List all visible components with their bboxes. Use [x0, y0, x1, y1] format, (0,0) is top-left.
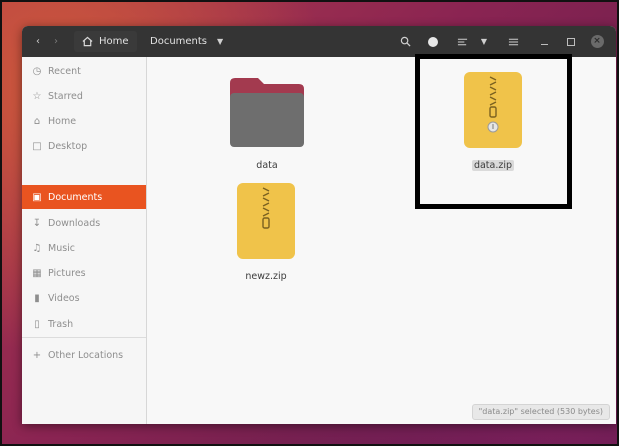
sidebar: ◷ Recent ☆ Starred ⌂ Home □ Desktop ▣ Do…	[22, 57, 147, 424]
search-icon	[400, 36, 411, 47]
sidebar-divider	[22, 337, 146, 338]
maximize-button[interactable]	[563, 31, 579, 52]
sidebar-item-label: Starred	[48, 90, 83, 102]
hamburger-icon	[508, 38, 518, 45]
sidebar-item-recent[interactable]: ◷ Recent	[22, 59, 146, 83]
list-view-button[interactable]	[452, 31, 472, 52]
close-icon: ×	[590, 35, 604, 48]
sidebar-item-label: Home	[48, 115, 77, 127]
plus-icon: +	[32, 349, 42, 361]
home-icon: ⌂	[33, 115, 41, 127]
caret-down-icon: ▼	[217, 37, 224, 46]
star-icon: ☆	[32, 90, 42, 102]
path-home-label: Home	[99, 36, 129, 47]
zip-archive-icon	[237, 183, 295, 259]
sidebar-item-desktop[interactable]: □ Desktop	[22, 134, 146, 158]
headerbar: ‹ › Home Documents ▼ ▼ ×	[22, 26, 616, 57]
document-icon: ▣	[32, 191, 42, 203]
minimize-button[interactable]	[536, 31, 552, 52]
desktop-icon: □	[32, 140, 42, 152]
close-button[interactable]: ×	[589, 31, 605, 52]
sidebar-item-label: Documents	[48, 191, 103, 203]
sidebar-item-label: Pictures	[48, 267, 86, 279]
hamburger-menu-button[interactable]	[503, 31, 523, 52]
sidebar-item-label: Trash	[48, 318, 74, 330]
sidebar-item-downloads[interactable]: ↧ Downloads	[22, 211, 146, 235]
sidebar-item-starred[interactable]: ☆ Starred	[22, 84, 146, 108]
folder-icon	[230, 78, 304, 147]
home-icon	[82, 36, 93, 47]
back-button[interactable]: ‹	[30, 31, 46, 52]
download-icon: ↧	[32, 217, 42, 229]
selection-highlight-box	[415, 54, 572, 209]
sidebar-item-trash[interactable]: ▯ Trash	[22, 312, 146, 336]
sidebar-item-home[interactable]: ⌂ Home	[22, 109, 146, 133]
sidebar-item-label: Music	[48, 242, 76, 254]
sidebar-item-label: Desktop	[48, 140, 88, 152]
sidebar-item-label: Recent	[48, 65, 81, 77]
sidebar-item-music[interactable]: ♫ Music	[22, 236, 146, 260]
trash-icon: ▯	[34, 318, 40, 330]
file-name: data	[256, 160, 278, 171]
sidebar-item-videos[interactable]: ▮ Videos	[22, 286, 146, 310]
sidebar-item-pictures[interactable]: ▦ Pictures	[22, 261, 146, 285]
desktop-background: ‹ › Home Documents ▼ ▼ × ◷ Recent ☆ Star…	[2, 2, 617, 444]
forward-button[interactable]: ›	[48, 31, 64, 52]
search-button[interactable]	[395, 31, 415, 52]
maximize-icon	[567, 37, 575, 46]
sidebar-item-other-locations[interactable]: + Other Locations	[22, 343, 146, 367]
path-button-documents[interactable]: Documents ▼	[144, 31, 229, 52]
file-item-newz-zip[interactable]: newz.zip	[226, 182, 306, 283]
file-item-data[interactable]: data	[227, 75, 307, 172]
status-bar: "data.zip" selected (530 bytes)	[471, 404, 610, 420]
sidebar-item-label: Videos	[48, 292, 80, 304]
picture-icon: ▦	[32, 267, 42, 279]
path-current-label: Documents	[150, 36, 208, 47]
minimize-icon	[540, 44, 548, 45]
caret-down-icon: ▼	[480, 37, 488, 46]
sort-dropdown-button[interactable]: ▼	[476, 31, 492, 52]
music-icon: ♫	[32, 242, 42, 254]
file-name: newz.zip	[245, 271, 287, 282]
circle-icon	[428, 36, 438, 47]
sidebar-item-label: Other Locations	[48, 349, 124, 361]
sidebar-item-label: Downloads	[48, 217, 101, 229]
chevron-left-icon: ‹	[36, 36, 40, 47]
video-icon: ▮	[34, 292, 40, 304]
clock-icon: ◷	[32, 65, 42, 77]
sidebar-item-documents[interactable]: ▣ Documents	[22, 185, 146, 209]
path-button-home[interactable]: Home	[74, 31, 137, 52]
chevron-right-icon: ›	[54, 36, 58, 47]
view-options-button[interactable]	[423, 31, 443, 52]
list-icon	[457, 38, 467, 45]
